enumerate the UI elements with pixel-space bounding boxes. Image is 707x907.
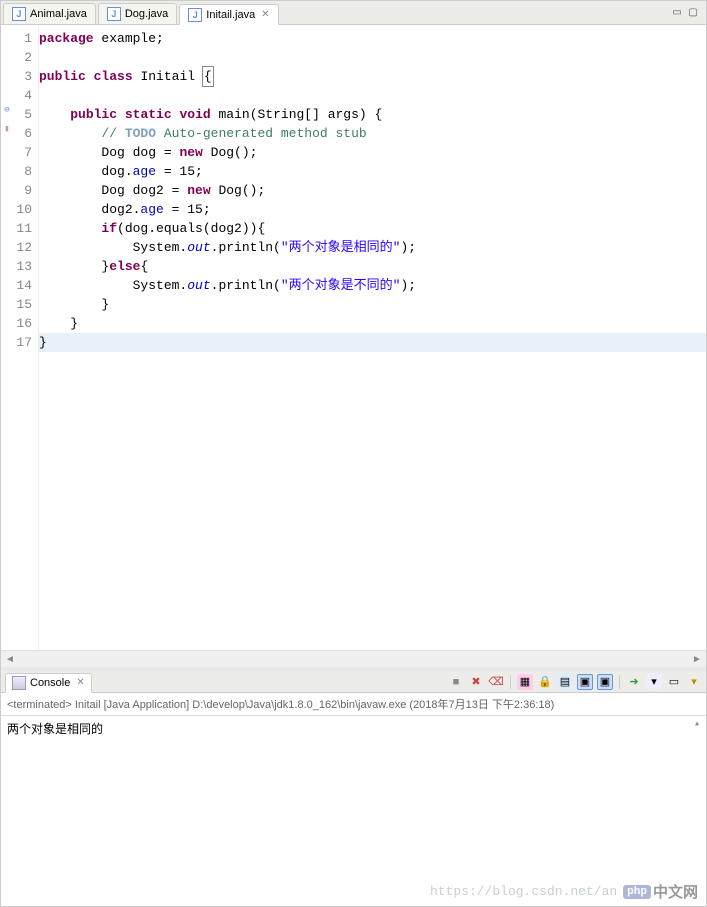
editor-tab[interactable]: J Dog.java	[98, 3, 177, 24]
console-panel: Console ✕ ■ ✖ ⌫ ▦ 🔒 ▤ ▣ ▣ ➜ ▾ ▭ ▾ <termi…	[1, 671, 706, 906]
code-line[interactable]: dog.age = 15;	[39, 162, 706, 181]
editor-tab[interactable]: J Initail.java ✕	[179, 4, 278, 25]
marker-column: ⊖ ▮	[1, 25, 13, 650]
editor-tabs: J Animal.java J Dog.java J Initail.java ✕	[1, 1, 706, 25]
code-line[interactable]: dog2.age = 15;	[39, 200, 706, 219]
scroll-left-icon[interactable]: ◄	[3, 654, 17, 665]
open-console-icon[interactable]: ➜	[626, 674, 642, 690]
console-tab[interactable]: Console ✕	[5, 673, 92, 693]
horizontal-scrollbar[interactable]: ◄ ►	[1, 650, 706, 667]
code-line[interactable]: System.out.println("两个对象是不同的");	[39, 276, 706, 295]
code-line[interactable]: }	[39, 295, 706, 314]
close-icon[interactable]: ✕	[76, 677, 84, 688]
code-line[interactable]	[39, 86, 706, 105]
console-output-text: 两个对象是相同的	[7, 723, 103, 737]
watermark-brand: 中文网	[653, 881, 698, 902]
clear-console-icon[interactable]: ▦	[517, 674, 533, 690]
code-line[interactable]: System.out.println("两个对象是相同的");	[39, 238, 706, 257]
editor-panel: ▭ ▢ JAnimal.javaJDog.javaJInitail.java✕ …	[1, 1, 706, 671]
terminate-icon[interactable]: ■	[448, 674, 464, 690]
tab-label: Dog.java	[125, 8, 168, 20]
code-line[interactable]: }else{	[39, 257, 706, 276]
close-icon[interactable]: ✕	[261, 9, 269, 20]
watermark: https://blog.csdn.net/an php 中文网	[430, 881, 698, 902]
code-line[interactable]: if(dog.equals(dog2)){	[39, 219, 706, 238]
code-line[interactable]: }	[39, 333, 706, 352]
watermark-php: php	[623, 885, 651, 899]
new-console-icon[interactable]: ▾	[686, 674, 702, 690]
code-line[interactable]: public static void main(String[] args) {	[39, 105, 706, 124]
tab-label: Animal.java	[30, 8, 87, 20]
remove-all-icon[interactable]: ⌫	[488, 674, 504, 690]
scroll-up-icon[interactable]: ▴	[690, 718, 704, 732]
watermark-url: https://blog.csdn.net/an	[430, 884, 617, 899]
minimize-console-icon[interactable]: ▭	[666, 674, 682, 690]
editor-tab[interactable]: J Animal.java	[3, 3, 96, 24]
console-tab-label: Console	[30, 677, 70, 689]
show-console-icon[interactable]: ▤	[557, 674, 573, 690]
code-line[interactable]: Dog dog = new Dog();	[39, 143, 706, 162]
java-file-icon: J	[12, 7, 26, 21]
code-line[interactable]	[39, 48, 706, 67]
pin-console-icon[interactable]: ▣	[577, 674, 593, 690]
console-header: Console ✕ ■ ✖ ⌫ ▦ 🔒 ▤ ▣ ▣ ➜ ▾ ▭ ▾	[1, 671, 706, 693]
code-editor[interactable]: package example; public class Initail { p…	[39, 25, 706, 650]
console-output[interactable]: 两个对象是相同的 ▴ https://blog.csdn.net/an php …	[1, 716, 706, 906]
console-status: <terminated> Initail [Java Application] …	[1, 693, 706, 716]
editor-top-toolbar: ▭ ▢	[670, 5, 700, 19]
display-selected-icon[interactable]: ▣	[597, 674, 613, 690]
code-line[interactable]: package example;	[39, 29, 706, 48]
watermark-logo: php 中文网	[623, 881, 698, 902]
separator	[619, 675, 620, 689]
console-icon	[12, 676, 26, 690]
scroll-lock-icon[interactable]: 🔒	[537, 674, 553, 690]
task-marker-icon[interactable]: ▮	[1, 124, 13, 136]
separator	[510, 675, 511, 689]
code-line[interactable]: // TODO Auto-generated method stub	[39, 124, 706, 143]
fold-marker-icon[interactable]: ⊖	[1, 105, 13, 117]
code-line[interactable]: Dog dog2 = new Dog();	[39, 181, 706, 200]
java-file-icon: J	[188, 8, 202, 22]
minimize-icon[interactable]: ▭	[670, 5, 684, 19]
editor-area: ⊖ ▮ 1234567891011121314151617 package ex…	[1, 25, 706, 650]
java-file-icon: J	[107, 7, 121, 21]
console-dropdown-icon[interactable]: ▾	[646, 674, 662, 690]
console-toolbar: ■ ✖ ⌫ ▦ 🔒 ▤ ▣ ▣ ➜ ▾ ▭ ▾	[448, 674, 702, 690]
maximize-icon[interactable]: ▢	[686, 5, 700, 19]
remove-launch-icon[interactable]: ✖	[468, 674, 484, 690]
code-line[interactable]: public class Initail {	[39, 67, 706, 86]
code-line[interactable]: }	[39, 314, 706, 333]
line-number-gutter: ⊖ ▮ 1234567891011121314151617	[1, 25, 39, 650]
tab-label: Initail.java	[206, 9, 255, 21]
scroll-right-icon[interactable]: ►	[690, 654, 704, 665]
